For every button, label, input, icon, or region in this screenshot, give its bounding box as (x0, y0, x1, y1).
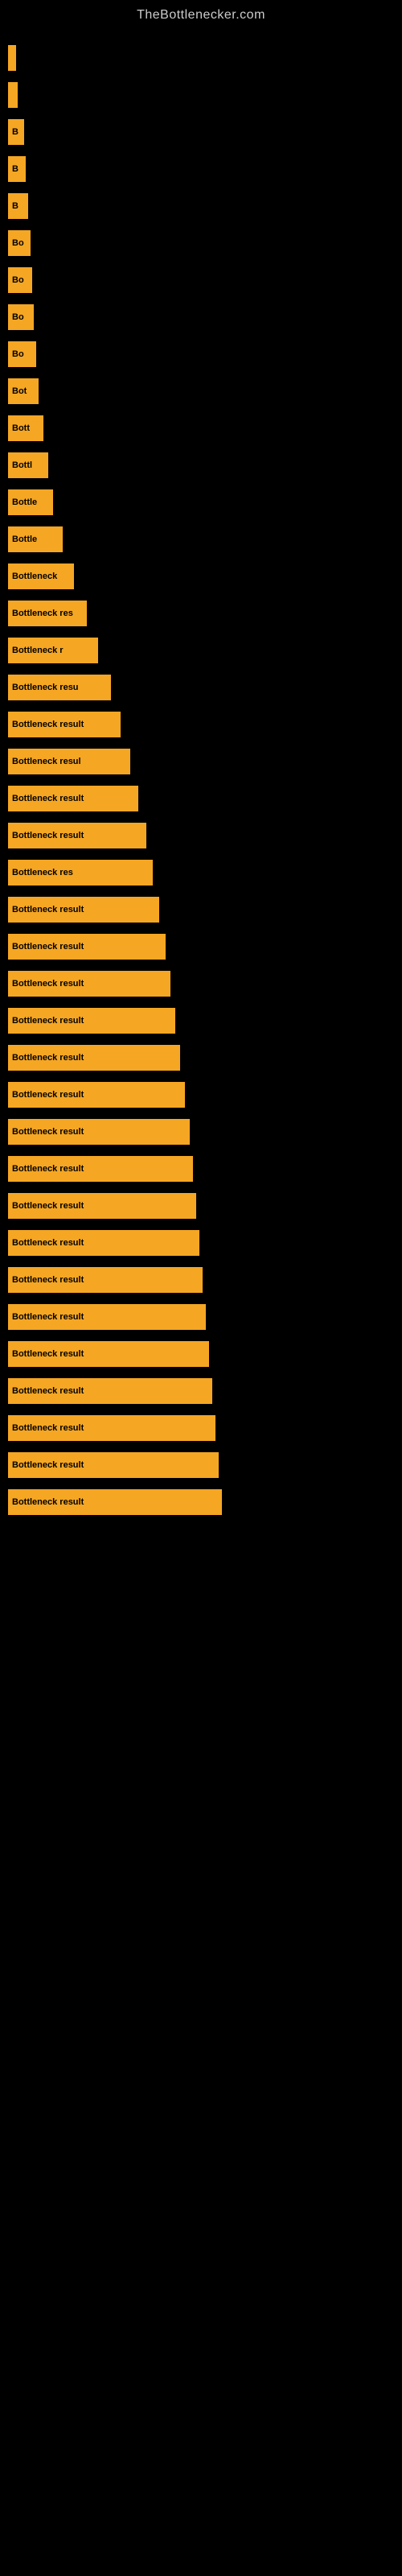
bar-row-13: Bottle (8, 487, 394, 518)
bar-row-4: B (8, 154, 394, 184)
bar-40: Bottleneck result (8, 1489, 222, 1515)
bar-21: Bottleneck result (8, 786, 138, 811)
bar-39: Bottleneck result (8, 1452, 219, 1478)
bar-13: Bottle (8, 489, 53, 515)
bar-20: Bottleneck resul (8, 749, 130, 774)
bar-row-9: Bo (8, 339, 394, 369)
bar-row-39: Bottleneck result (8, 1450, 394, 1480)
bar-9: Bo (8, 341, 36, 367)
bar-19: Bottleneck result (8, 712, 121, 737)
bar-16: Bottleneck res (8, 601, 87, 626)
bar-row-35: Bottleneck result (8, 1302, 394, 1332)
bar-6: Bo (8, 230, 31, 256)
bar-8: Bo (8, 304, 34, 330)
bar-31: Bottleneck result (8, 1156, 193, 1182)
bar-24: Bottleneck result (8, 897, 159, 923)
bar-23: Bottleneck res (8, 860, 153, 886)
bar-10: Bot (8, 378, 39, 404)
bar-row-5: B (8, 191, 394, 221)
bar-row-36: Bottleneck result (8, 1339, 394, 1369)
bars-container: BBBBoBoBoBoBotBottBottlBottleBottleBottl… (0, 27, 402, 1524)
bar-35: Bottleneck result (8, 1304, 206, 1330)
bar-22: Bottleneck result (8, 823, 146, 848)
bar-2 (8, 82, 18, 108)
bar-30: Bottleneck result (8, 1119, 190, 1145)
site-title-container: TheBottlenecker.com (0, 0, 402, 27)
bar-row-12: Bottl (8, 450, 394, 481)
bar-29: Bottleneck result (8, 1082, 185, 1108)
bar-11: Bott (8, 415, 43, 441)
bar-row-34: Bottleneck result (8, 1265, 394, 1295)
bar-32: Bottleneck result (8, 1193, 196, 1219)
bar-row-2 (8, 80, 394, 110)
bar-15: Bottleneck (8, 564, 74, 589)
bar-row-18: Bottleneck resu (8, 672, 394, 703)
bar-5: B (8, 193, 28, 219)
bar-row-26: Bottleneck result (8, 968, 394, 999)
bar-row-15: Bottleneck (8, 561, 394, 592)
bar-row-11: Bott (8, 413, 394, 444)
bar-34: Bottleneck result (8, 1267, 203, 1293)
bar-row-32: Bottleneck result (8, 1191, 394, 1221)
bar-row-20: Bottleneck resul (8, 746, 394, 777)
bar-row-38: Bottleneck result (8, 1413, 394, 1443)
bar-row-33: Bottleneck result (8, 1228, 394, 1258)
bar-row-3: B (8, 117, 394, 147)
bar-row-8: Bo (8, 302, 394, 332)
site-title: TheBottlenecker.com (0, 0, 402, 27)
bar-36: Bottleneck result (8, 1341, 209, 1367)
bar-row-6: Bo (8, 228, 394, 258)
bar-17: Bottleneck r (8, 638, 98, 663)
bar-row-1 (8, 43, 394, 73)
bar-row-16: Bottleneck res (8, 598, 394, 629)
bar-row-24: Bottleneck result (8, 894, 394, 925)
bar-1 (8, 45, 16, 71)
bar-row-37: Bottleneck result (8, 1376, 394, 1406)
bar-38: Bottleneck result (8, 1415, 215, 1441)
bar-28: Bottleneck result (8, 1045, 180, 1071)
bar-3: B (8, 119, 24, 145)
bar-row-23: Bottleneck res (8, 857, 394, 888)
bar-row-17: Bottleneck r (8, 635, 394, 666)
bar-27: Bottleneck result (8, 1008, 175, 1034)
bar-row-40: Bottleneck result (8, 1487, 394, 1517)
bar-7: Bo (8, 267, 32, 293)
bar-row-14: Bottle (8, 524, 394, 555)
bar-row-28: Bottleneck result (8, 1042, 394, 1073)
bar-row-25: Bottleneck result (8, 931, 394, 962)
bar-row-30: Bottleneck result (8, 1117, 394, 1147)
bar-33: Bottleneck result (8, 1230, 199, 1256)
bar-25: Bottleneck result (8, 934, 166, 960)
bar-18: Bottleneck resu (8, 675, 111, 700)
bar-row-22: Bottleneck result (8, 820, 394, 851)
bar-26: Bottleneck result (8, 971, 170, 997)
bar-row-7: Bo (8, 265, 394, 295)
bar-row-21: Bottleneck result (8, 783, 394, 814)
bar-14: Bottle (8, 526, 63, 552)
bar-37: Bottleneck result (8, 1378, 212, 1404)
bar-row-27: Bottleneck result (8, 1005, 394, 1036)
bar-row-19: Bottleneck result (8, 709, 394, 740)
bar-row-10: Bot (8, 376, 394, 407)
bar-row-31: Bottleneck result (8, 1154, 394, 1184)
bar-4: B (8, 156, 26, 182)
bar-12: Bottl (8, 452, 48, 478)
bar-row-29: Bottleneck result (8, 1080, 394, 1110)
